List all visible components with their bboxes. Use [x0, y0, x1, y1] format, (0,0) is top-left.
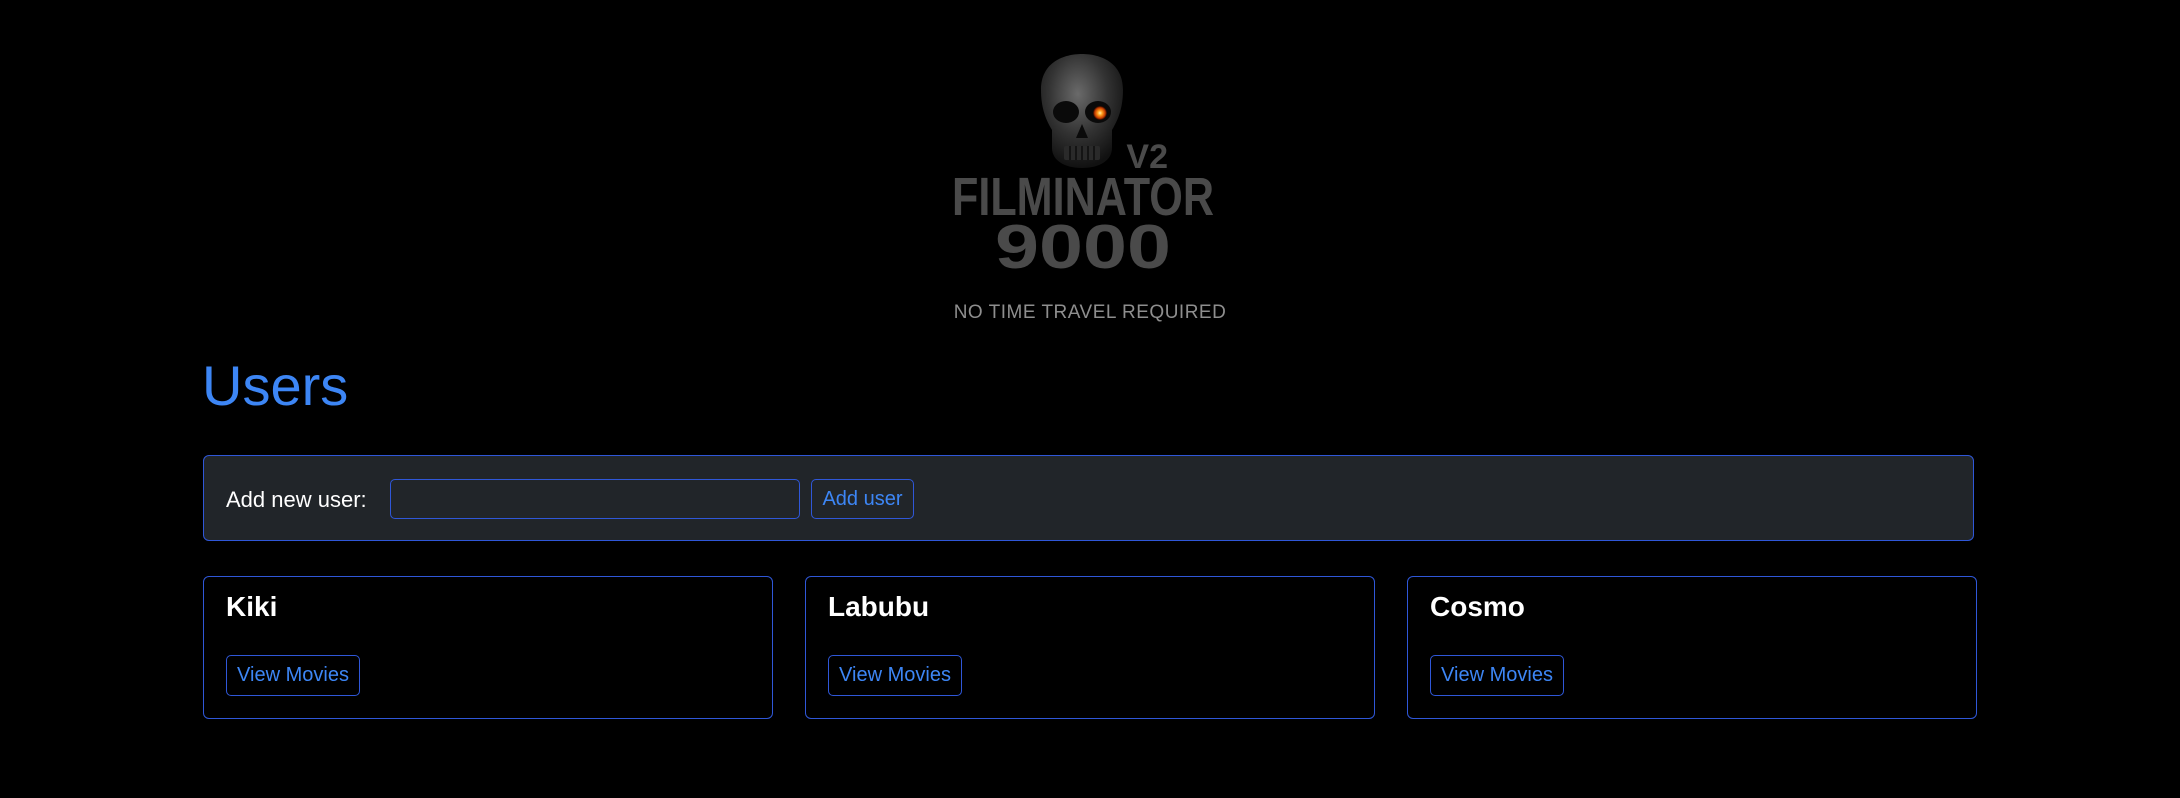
add-user-button[interactable]: Add user	[811, 479, 914, 519]
user-card: Labubu View Movies	[805, 576, 1375, 719]
view-movies-button[interactable]: View Movies	[828, 655, 962, 696]
app-logo: V2 FILMINATOR 9000	[940, 50, 1240, 280]
user-card: Cosmo View Movies	[1407, 576, 1977, 719]
user-name: Cosmo	[1430, 591, 1525, 622]
logo-line2: 9000	[995, 213, 1171, 280]
tagline: NO TIME TRAVEL REQUIRED	[953, 302, 1227, 323]
add-user-panel: Add new user: Add user	[203, 455, 1974, 541]
page-title: Users	[202, 354, 349, 417]
page: V2 FILMINATOR 9000 NO TIME TRAVEL REQUIR…	[0, 0, 2180, 798]
user-name: Labubu	[828, 591, 930, 622]
user-card: Kiki View Movies	[203, 576, 773, 719]
view-movies-button[interactable]: View Movies	[226, 655, 360, 696]
new-user-input[interactable]	[390, 479, 800, 519]
view-movies-button[interactable]: View Movies	[1430, 655, 1564, 696]
user-name: Kiki	[226, 591, 278, 622]
add-user-label: Add new user:	[226, 487, 367, 512]
skull-icon	[1041, 54, 1123, 168]
